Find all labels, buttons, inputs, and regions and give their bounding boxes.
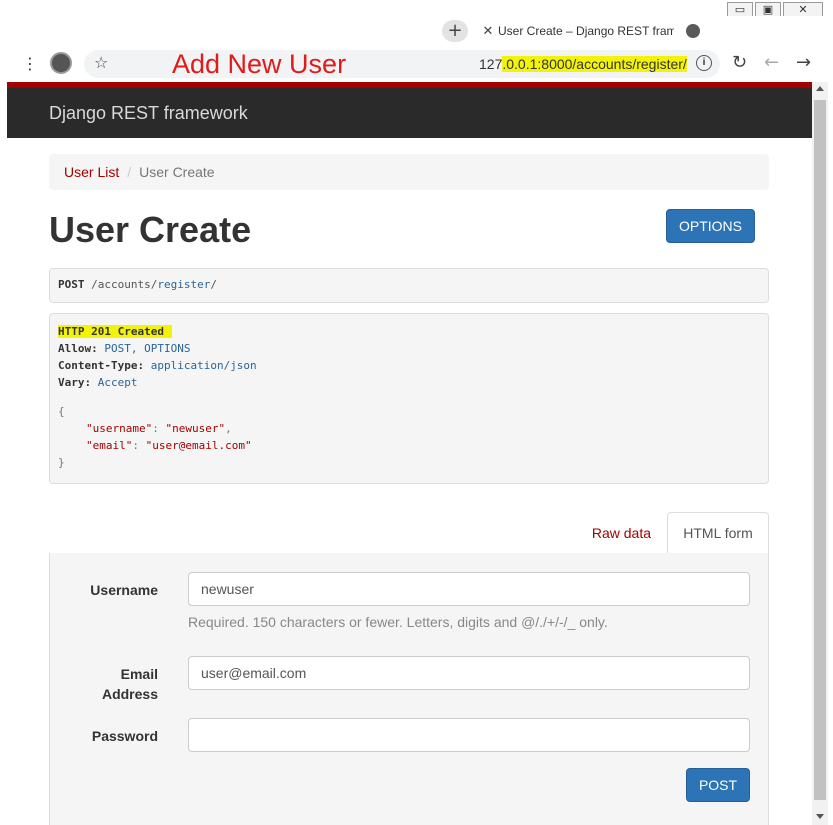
breadcrumb-separator: / [127, 164, 132, 180]
request-info: POST /accounts/register/ [49, 268, 769, 303]
breadcrumb-user-list[interactable]: User List [64, 164, 119, 180]
response-header: Vary: Accept [58, 376, 138, 389]
url-prefix: 127 [479, 56, 503, 72]
browser-toolbar: ⋮ ☆ Add New User 127.0.0.1:8000/accounts… [0, 46, 833, 82]
scroll-up-arrow-icon[interactable] [816, 86, 824, 91]
scrollbar[interactable] [812, 82, 828, 825]
email-input[interactable]: user@email.com [188, 656, 750, 690]
tab-raw-data[interactable]: Raw data [592, 525, 651, 541]
page-title: User Create [49, 209, 252, 250]
form-tabs: Raw data HTML form [49, 512, 769, 554]
browser-tab[interactable]: ✕ User Create – Django REST frame [478, 18, 718, 44]
username-label: Username [90, 582, 158, 598]
response-header: Content-Type: application/json [58, 359, 257, 372]
scroll-down-arrow-icon[interactable] [816, 814, 824, 819]
json-line: "username": "newuser", [86, 422, 232, 435]
json-close-brace: } [58, 456, 65, 469]
page-viewport: Django REST framework User List / User C… [7, 82, 812, 825]
tab-close-icon[interactable]: ✕ [478, 24, 498, 39]
response-status: HTTP 201 Created [58, 325, 172, 338]
json-open-brace: { [58, 405, 65, 418]
post-button[interactable]: POST [686, 768, 750, 802]
username-input[interactable]: newuser [188, 572, 750, 606]
request-path-1: /accounts/ [91, 278, 158, 291]
tab-title: User Create – Django REST frame [498, 24, 674, 38]
new-tab-button[interactable]: + [442, 20, 468, 42]
bookmark-star-icon[interactable]: ☆ [94, 53, 108, 72]
breadcrumb-current: User Create [139, 164, 215, 180]
request-path-2[interactable]: register [157, 278, 210, 291]
address-bar[interactable]: ☆ Add New User 127.0.0.1:8000/accounts/r… [84, 49, 720, 79]
breadcrumb: User List / User Create [49, 154, 769, 190]
tab-strip: + ✕ User Create – Django REST frame [0, 16, 833, 44]
request-path-3: / [210, 278, 217, 291]
options-button[interactable]: OPTIONS [666, 209, 755, 243]
password-label: Password [91, 728, 158, 744]
url-text[interactable]: 127.0.0.1:8000/accounts/register/ [479, 56, 687, 72]
info-icon[interactable]: i [696, 55, 712, 71]
scroll-thumb[interactable] [814, 100, 826, 800]
menu-icon[interactable]: ⋮ [22, 54, 38, 74]
globe-icon [686, 24, 700, 38]
email-label: Email Address [101, 666, 158, 702]
response-header: Allow: POST, OPTIONS [58, 342, 191, 355]
forward-icon[interactable]: → [796, 52, 811, 74]
brand-link[interactable]: Django REST framework [49, 103, 248, 124]
password-input[interactable] [188, 718, 750, 752]
response-info: HTTP 201 Created Allow: POST, OPTIONS Co… [49, 313, 769, 484]
json-line: "email": "user@email.com" [86, 439, 252, 452]
username-help: Required. 150 characters or fewer. Lette… [188, 614, 608, 630]
tab-html-form[interactable]: HTML form [667, 512, 769, 554]
request-method: POST [58, 278, 85, 291]
html-form: Username newuser Required. 150 character… [49, 553, 769, 825]
reload-icon[interactable]: ↻ [732, 52, 747, 74]
url-highlighted: .0.0.1:8000/accounts/register/ [502, 56, 687, 72]
annotation-caption: Add New User [172, 49, 347, 79]
profile-avatar[interactable] [50, 52, 72, 74]
back-icon[interactable]: ← [764, 52, 779, 74]
